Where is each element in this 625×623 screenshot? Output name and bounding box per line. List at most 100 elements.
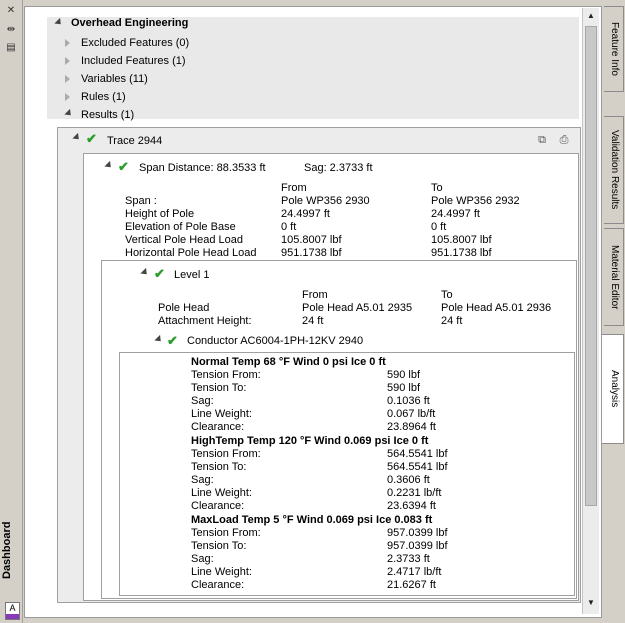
collapse-arrow-icon[interactable]: [65, 93, 70, 101]
condition-row-label: Clearance:: [191, 579, 245, 591]
span-row-from: Pole WP356 2930: [281, 195, 370, 207]
conductor-box: [119, 352, 575, 596]
span-sag-label: Sag: 2.3733 ft: [304, 162, 373, 174]
condition-row-value: 21.6267 ft: [387, 579, 436, 591]
span-row-to: 24.4997 ft: [431, 208, 480, 220]
span-row-from: 951.1738 lbf: [281, 247, 342, 259]
condition-row-label: Sag:: [191, 474, 214, 486]
condition-row-value: 590 lbf: [387, 369, 421, 381]
level-row-from: Pole Head A5.01 2935: [302, 302, 413, 314]
condition-row-value: 957.0399 lbf: [387, 540, 448, 552]
condition-row-value: 0.1036 ft: [387, 395, 430, 407]
span-row-label: Span :: [125, 195, 157, 207]
condition-row-label: Tension From:: [191, 369, 261, 381]
condition-row-value: 0.067 lb/ft: [387, 408, 436, 420]
condition-row-label: Clearance:: [191, 421, 245, 433]
trace-label[interactable]: Trace 2944: [107, 135, 162, 147]
vertical-scrollbar[interactable]: ▲ ▼: [582, 8, 599, 614]
condition-row-value: 2.4717 lb/ft: [387, 566, 442, 578]
level-row-to: Pole Head A5.01 2936: [441, 302, 552, 314]
span-row-to: Pole WP356 2932: [431, 195, 520, 207]
span-row-label: Elevation of Pole Base: [125, 221, 236, 233]
level-row-to: 24 ft: [441, 315, 463, 327]
span-col-from: From: [281, 182, 307, 194]
dashboard-title: Dashboard: [1, 521, 13, 579]
level-row-label: Pole Head: [158, 302, 210, 314]
tree-item-excluded[interactable]: Excluded Features (0): [81, 37, 189, 49]
badge-strip: [6, 614, 19, 619]
scroll-down-icon[interactable]: ▼: [585, 597, 597, 609]
condition-title: HighTemp Temp 120 °F Wind 0.069 psi Ice …: [191, 435, 429, 447]
scroll-up-icon[interactable]: ▲: [585, 10, 597, 22]
valid-check-icon: ✔: [86, 131, 97, 146]
tab-label: Feature Info: [609, 22, 620, 76]
condition-row-label: Line Weight:: [191, 408, 252, 420]
conductor-label[interactable]: Conductor AC6004-1PH-12KV 2940: [187, 335, 363, 347]
level-row-from: 24 ft: [302, 315, 324, 327]
tab-validation-results[interactable]: Validation Results: [604, 116, 624, 224]
condition-row-value: 564.5541 lbf: [387, 448, 448, 460]
condition-row-value: 0.3606 ft: [387, 474, 430, 486]
print-icon[interactable]: ⎙: [557, 133, 571, 147]
condition-row-value: 23.6394 ft: [387, 500, 436, 512]
valid-check-icon: ✔: [118, 159, 129, 174]
condition-row-label: Line Weight:: [191, 487, 252, 499]
dashboard-badge-icon[interactable]: A: [5, 602, 20, 620]
copy-icon[interactable]: ⧉: [535, 133, 549, 147]
condition-row-value: 957.0399 lbf: [387, 527, 448, 539]
tree-band: [47, 17, 579, 119]
level-col-to: To: [441, 289, 453, 301]
condition-row-label: Sag:: [191, 395, 214, 407]
condition-row-label: Line Weight:: [191, 566, 252, 578]
condition-row-value: 2.3733 ft: [387, 553, 430, 565]
close-icon[interactable]: ✕: [4, 5, 18, 17]
tab-analysis[interactable]: Analysis: [602, 334, 624, 444]
condition-title: Normal Temp 68 °F Wind 0 psi Ice 0 ft: [191, 356, 386, 368]
condition-row-label: Clearance:: [191, 500, 245, 512]
condition-row-label: Tension To:: [191, 461, 247, 473]
condition-row-label: Sag:: [191, 553, 214, 565]
span-row-from: 0 ft: [281, 221, 297, 233]
tab-material-editor[interactable]: Material Editor: [604, 228, 624, 326]
condition-row-value: 564.5541 lbf: [387, 461, 448, 473]
badge-letter: A: [9, 603, 16, 613]
span-row-from: 105.8007 lbf: [281, 234, 342, 246]
condition-row-label: Tension To:: [191, 540, 247, 552]
valid-check-icon: ✔: [167, 333, 178, 348]
level-label[interactable]: Level 1: [174, 269, 209, 281]
tree-item-results[interactable]: Results (1): [81, 109, 134, 121]
span-row-label: Height of Pole: [125, 208, 195, 220]
span-row-to: 0 ft: [431, 221, 447, 233]
collapse-arrow-icon[interactable]: [65, 57, 70, 65]
span-distance-label: Span Distance: 88.3533 ft: [139, 162, 266, 174]
span-row-label: Horizontal Pole Head Load: [125, 247, 257, 259]
valid-check-icon: ✔: [154, 266, 165, 281]
level-row-label: Attachment Height:: [158, 315, 252, 327]
properties-icon[interactable]: ▤: [4, 42, 18, 54]
tab-feature-info[interactable]: Feature Info: [604, 6, 624, 92]
condition-row-label: Tension From:: [191, 527, 261, 539]
collapse-arrow-icon[interactable]: [65, 39, 70, 47]
level-col-from: From: [302, 289, 328, 301]
tab-label: Material Editor: [609, 244, 620, 310]
condition-row-label: Tension From:: [191, 448, 261, 460]
condition-row-value: 590 lbf: [387, 382, 421, 394]
tree-root-label[interactable]: Overhead Engineering: [71, 17, 188, 29]
collapse-arrow-icon[interactable]: [65, 75, 70, 83]
dashboard-side-bar: ✕ ⇹ ▤ Dashboard A: [0, 0, 23, 623]
span-row-label: Vertical Pole Head Load: [125, 234, 244, 246]
tree-item-included[interactable]: Included Features (1): [81, 55, 186, 67]
pin-icon[interactable]: ⇹: [4, 24, 18, 36]
tab-label: Analysis: [609, 370, 620, 408]
condition-row-label: Tension To:: [191, 382, 247, 394]
span-row-from: 24.4997 ft: [281, 208, 330, 220]
condition-row-value: 0.2231 lb/ft: [387, 487, 442, 499]
span-row-to: 105.8007 lbf: [431, 234, 492, 246]
condition-title: MaxLoad Temp 5 °F Wind 0.069 psi Ice 0.0…: [191, 514, 433, 526]
tree-item-rules[interactable]: Rules (1): [81, 91, 126, 103]
tab-label: Validation Results: [609, 130, 620, 210]
scroll-thumb[interactable]: [585, 26, 597, 506]
analysis-panel: Overhead Engineering Excluded Features (…: [24, 6, 602, 618]
tree-item-variables[interactable]: Variables (11): [81, 73, 148, 85]
condition-row-value: 23.8964 ft: [387, 421, 436, 433]
